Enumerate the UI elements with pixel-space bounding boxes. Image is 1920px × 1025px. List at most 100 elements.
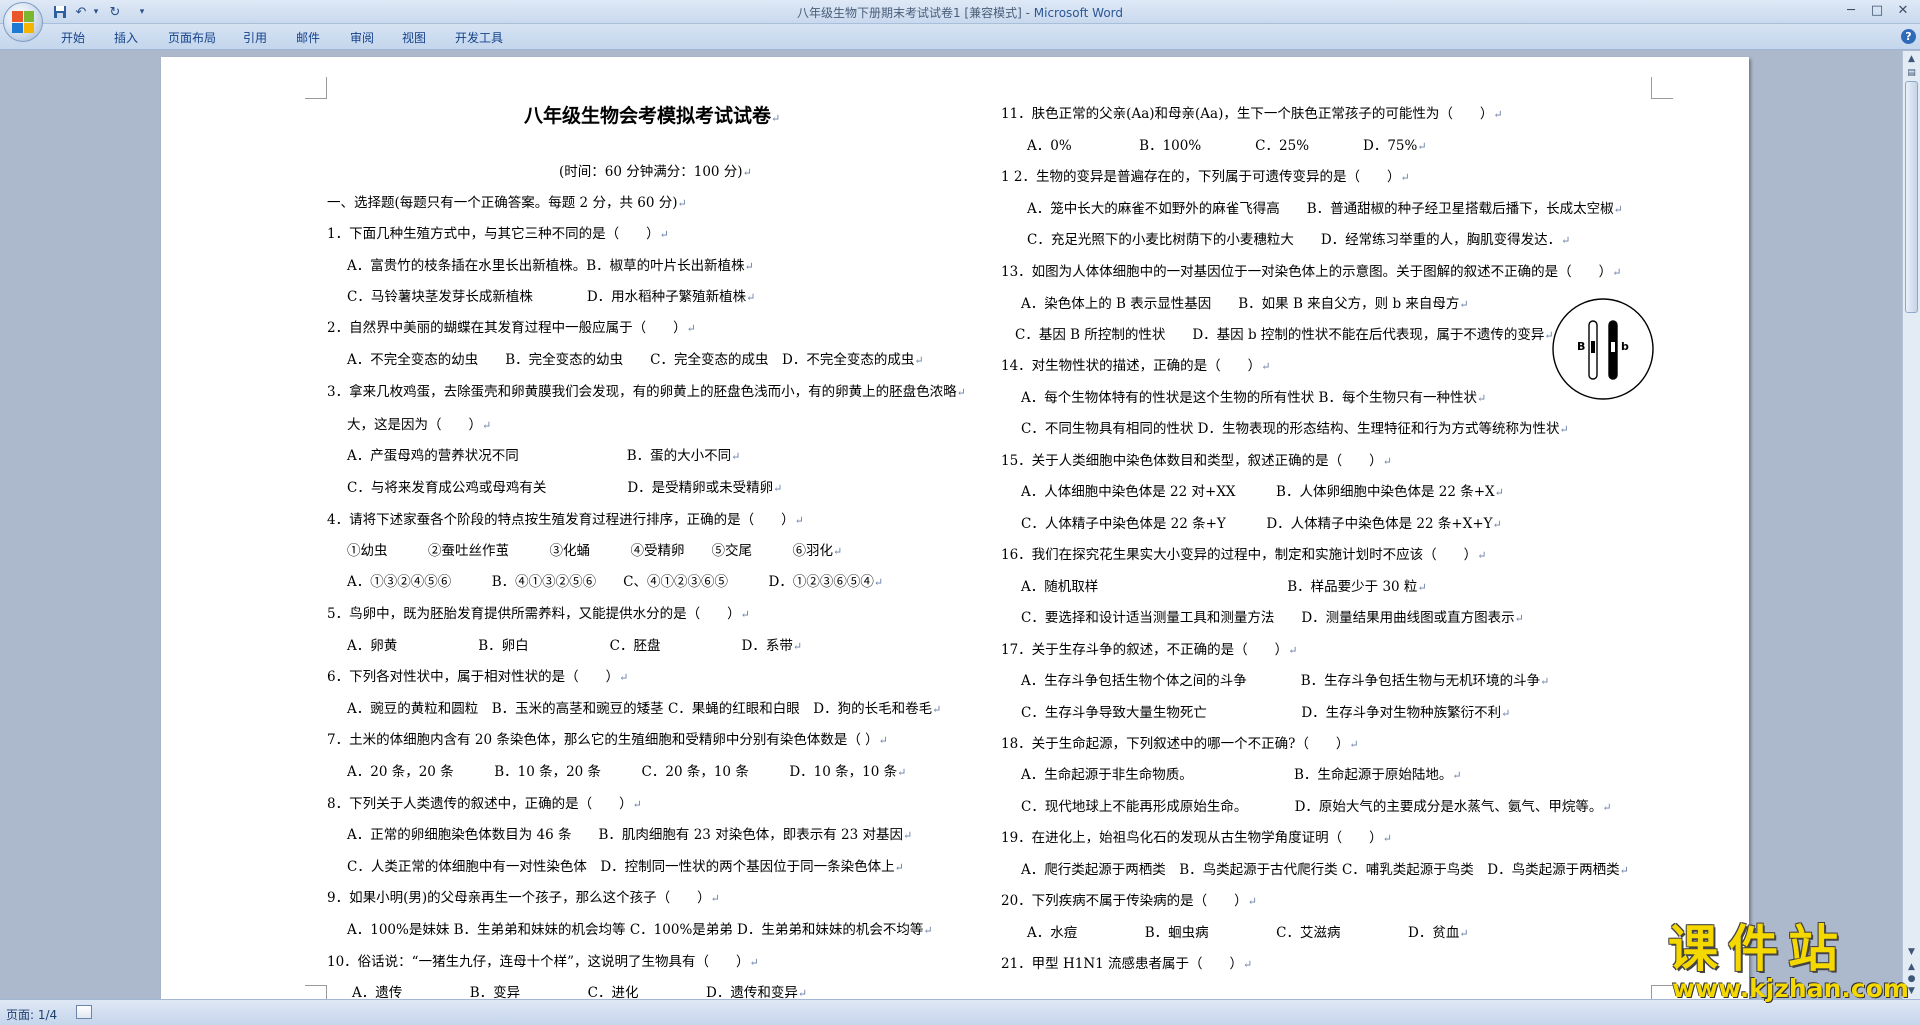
paragraph-mark: ↵ (1612, 266, 1622, 279)
scroll-up-icon[interactable]: ▲ (1905, 53, 1918, 65)
document-line[interactable]: 一、选择题(每题只有一个正确答案。每题 2 分，共 60 分)↵ (327, 191, 687, 211)
document-line[interactable]: A．人体细胞中染色体是 22 对+XX B．人体卵细胞中染色体是 22 条+X↵ (1021, 480, 1504, 500)
vertical-scrollbar[interactable]: ▲ ▤ ▼ ▲ ● ▼ (1902, 51, 1920, 999)
document-line[interactable]: A．①③②④⑤⑥ B．④①③②⑤⑥ C、④①②③⑥⑤ D．①②③⑥⑤④↵ (347, 570, 883, 590)
document-line[interactable]: A．100%是妹妹 B．生弟弟和妹妹的机会均等 C．100%是弟弟 D．生弟弟和… (347, 918, 933, 938)
document-line[interactable]: 4．请将下述家蚕各个阶段的特点按生殖发育过程进行排序，正确的是（ ）↵ (327, 508, 804, 528)
redo-icon[interactable]: ↻ (106, 3, 124, 21)
document-title[interactable]: 八年级生物会考模拟考试试卷↵ (524, 101, 780, 128)
document-line[interactable]: C．人类正常的体细胞中有一对性染色体 D．控制同一性状的两个基因位于同一条染色体… (347, 855, 904, 875)
paragraph-mark: ↵ (677, 197, 687, 210)
document-line[interactable]: A．遗传 B．变异 C．进化 D．遗传和变异↵ (352, 981, 807, 999)
paragraph-mark: ↵ (1559, 423, 1569, 436)
document-line[interactable]: A．豌豆的黄粒和圆粒 B．玉米的高茎和豌豆的矮茎 C．果蝇的红眼和白眼 D．狗的… (347, 697, 941, 717)
document-line-text: C．马铃薯块茎发芽长成新植株 D．用水稻种子繁殖新植株 (347, 289, 747, 305)
minimize-button[interactable]: ─ (1838, 2, 1864, 20)
document-line[interactable]: 8．下列关于人类遗传的叙述中，正确的是（ ）↵ (327, 792, 642, 812)
previous-page-icon[interactable]: ▲ (1905, 961, 1918, 973)
document-line[interactable]: 1．下面几种生殖方式中，与其它三种不同的是（ ）↵ (327, 222, 669, 242)
document-line[interactable]: 20．下列疾病不属于传染病的是（ ）↵ (1001, 889, 1257, 909)
document-line[interactable]: C．充足光照下的小麦比树荫下的小麦穗粒大 D．经常练习举重的人，胸肌变得发达．↵ (1027, 228, 1570, 248)
document-line[interactable]: A．富贵竹的枝条插在水里长出新植株。B．椒草的叶片长出新植株↵ (347, 254, 754, 274)
document-line-text: 大，这是因为（ ） (347, 417, 482, 433)
document-line[interactable]: C．现代地球上不能再形成原始生命。 D．原始大气的主要成分是水蒸气、氨气、甲烷等… (1021, 795, 1612, 815)
close-button[interactable]: ✕ (1890, 2, 1916, 20)
help-icon[interactable]: ? (1901, 29, 1916, 44)
document-line[interactable]: A．随机取样 B．样品要少于 30 粒↵ (1021, 575, 1427, 595)
document-line[interactable]: ①幼虫 ②蚕吐丝作茧 ③化蛹 ④受精卵 ⑤交尾 ⑥羽化↵ (347, 539, 842, 559)
document-line-text: 20．下列疾病不属于传染病的是（ ） (1001, 893, 1248, 909)
document-line[interactable]: A．产蛋母鸡的营养状况不同 B．蛋的大小不同↵ (347, 444, 740, 464)
document-line[interactable]: 10．俗话说：“一猪生九仔，连母十个样”，这说明了生物具有（ ）↵ (327, 950, 759, 970)
save-icon[interactable] (52, 3, 68, 21)
document-line[interactable]: C．马铃薯块茎发芽长成新植株 D．用水稻种子繁殖新植株↵ (347, 285, 755, 305)
document-line[interactable]: 17．关于生存斗争的叙述，不正确的是（ ）↵ (1001, 638, 1297, 658)
tab-references[interactable]: 引用 (243, 29, 267, 46)
document-line-text: A．每个生物体特有的性状是这个生物的所有性状 B．每个生物只有一种性状 (1021, 390, 1477, 406)
document-line[interactable]: 5．鸟卵中，既为胚胎发育提供所需养料，又能提供水分的是（ ）↵ (327, 602, 750, 622)
paragraph-mark: ↵ (731, 450, 741, 463)
paragraph-mark: ↵ (1382, 832, 1392, 845)
document-line[interactable]: A．笼中长大的麻雀不如野外的麻雀飞得高 B．普通甜椒的种子经卫星搭载后播下，长成… (1027, 197, 1623, 217)
document-page[interactable]: 八年级生物会考模拟考试试卷↵ (时间：60 分钟满分：100 分)↵ 一、选择题(… (161, 57, 1749, 999)
document-line[interactable]: 大，这是因为（ ）↵ (347, 413, 491, 433)
document-line[interactable]: 3．拿来几枚鸡蛋，去除蛋壳和卵黄膜我们会发现，有的卵黄上的胚盘色浅而小，有的卵黄… (327, 380, 966, 400)
document-line[interactable]: A．生存斗争包括生物个体之间的斗争 B．生存斗争包括生物与无机环境的斗争↵ (1021, 669, 1549, 689)
tab-page-layout[interactable]: 页面布局 (168, 29, 216, 46)
document-line-text: 16．我们在探究花生果实大小变异的过程中，制定和实施计划时不应该（ ） (1001, 547, 1478, 563)
tab-review[interactable]: 审阅 (350, 29, 374, 46)
paragraph-mark: ↵ (686, 322, 696, 335)
maximize-button[interactable]: □ (1864, 2, 1890, 20)
page-number-status[interactable]: 页面: 1/4 (6, 1006, 57, 1023)
tab-insert[interactable]: 插入 (114, 29, 138, 46)
tab-home[interactable]: 开始 (61, 29, 85, 46)
document-line[interactable]: A．卵黄 B．卵白 C．胚盘 D．系带↵ (347, 634, 802, 654)
document-line[interactable]: C．与将来发育成公鸡或母鸡有关 D．是受精卵或未受精卵↵ (347, 476, 782, 496)
document-line[interactable]: 15．关于人类细胞中染色体数目和类型，叙述正确的是（ ）↵ (1001, 449, 1392, 469)
document-line[interactable]: 13．如图为人体体细胞中的一对基因位于一对染色体上的示意图。关于图解的叙述不正确… (1001, 260, 1621, 280)
document-line[interactable]: 9．如果小明(男)的父母亲再生一个孩子，那么这个孩子（ ）↵ (327, 886, 720, 906)
proofing-status-icon[interactable] (76, 1005, 92, 1019)
tab-mailings[interactable]: 邮件 (296, 29, 320, 46)
document-line[interactable]: C．基因 B 所控制的性状 D．基因 b 控制的性状不能在后代表现，属于不遗传的… (1015, 323, 1554, 343)
document-line[interactable]: C．生存斗争导致大量生物死亡 D．生存斗争对生物种族繁衍不利↵ (1021, 701, 1510, 721)
title-bar: 八年级生物下册期末考试试卷1 [兼容模式] - Microsoft Word ↶… (0, 0, 1920, 24)
document-line[interactable]: 19．在进化上，始祖鸟化石的发现从古生物学角度证明（ ）↵ (1001, 826, 1392, 846)
document-line[interactable]: C．要选择和设计适当测量工具和测量方法 D．测量结果用曲线图或直方图表示↵ (1021, 606, 1524, 626)
document-line[interactable]: C．不同生物具有相同的性状 D．生物表现的形态结构、生理特征和行为方式等统称为性… (1021, 417, 1569, 437)
document-line[interactable]: 11．肤色正常的父亲(Aa)和母亲(Aa)，生下一个肤色正常孩子的可能性为（ ）… (1001, 102, 1503, 122)
ruler-toggle-icon[interactable]: ▤ (1905, 67, 1918, 79)
document-line-text: C．生存斗争导致大量生物死亡 D．生存斗争对生物种族繁衍不利 (1021, 705, 1502, 721)
document-line[interactable]: C．人体精子中染色体是 22 条+Y D．人体精子中染色体是 22 条+X+Y↵ (1021, 512, 1502, 532)
document-line[interactable]: A．生命起源于非生命物质。 B．生命起源于原始陆地。↵ (1021, 763, 1462, 783)
tab-developer[interactable]: 开发工具 (455, 29, 503, 46)
undo-dropdown-icon[interactable]: ▾ (91, 3, 101, 21)
customize-qat-icon[interactable]: ▾ (136, 3, 148, 21)
scroll-down-icon[interactable]: ▼ (1905, 946, 1918, 958)
document-line[interactable]: A．20 条，20 条 B．10 条，20 条 C．20 条，10 条 D．10… (347, 760, 906, 780)
document-line[interactable]: 14．对生物性状的描述，正确的是（ ）↵ (1001, 354, 1270, 374)
document-line[interactable]: (时间：60 分钟满分：100 分)↵ (559, 160, 752, 180)
document-line[interactable]: 7．土米的体细胞内含有 20 条染色体，那么它的生殖细胞和受精卵中分别有染色体数… (327, 728, 888, 748)
document-line[interactable]: A．染色体上的 B 表示显性基因 B．如果 B 来自父方，则 b 来自母方↵ (1021, 292, 1469, 312)
paragraph-mark: ↵ (1247, 895, 1257, 908)
paragraph-mark: ↵ (1477, 549, 1487, 562)
document-line[interactable]: A．不完全变态的幼虫 B．完全变态的幼虫 C．完全变态的成虫 D．不完全变态的成… (347, 348, 924, 368)
document-line[interactable]: A．正常的卵细胞染色体数目为 46 条 B．肌肉细胞有 23 对染色体，即表示有… (347, 823, 912, 843)
tab-view[interactable]: 视图 (402, 29, 426, 46)
document-line[interactable]: 2．自然界中美丽的蝴蝶在其发育过程中一般应属于（ ）↵ (327, 316, 696, 336)
document-line[interactable]: 1 2．生物的变异是普遍存在的，下列属于可遗传变异的是（ ）↵ (1001, 165, 1410, 185)
paragraph-mark: ↵ (744, 260, 754, 273)
document-line[interactable]: A．每个生物体特有的性状是这个生物的所有性状 B．每个生物只有一种性状↵ (1021, 386, 1486, 406)
undo-icon[interactable]: ↶ (72, 3, 90, 21)
document-line[interactable]: 21．甲型 H1N1 流感患者属于（ ）↵ (1001, 952, 1252, 972)
document-line[interactable]: A．0% B．100% C．25% D．75%↵ (1027, 134, 1427, 154)
document-line[interactable]: 6．下列各对性状中，属于相对性状的是（ ）↵ (327, 665, 628, 685)
scroll-thumb[interactable] (1905, 81, 1918, 313)
document-line-text: C．充足光照下的小麦比树荫下的小麦穗粒大 D．经常练习举重的人，胸肌变得发达． (1027, 232, 1562, 248)
document-line[interactable]: 18．关于生命起源，下列叙述中的哪一个不正确?（ ）↵ (1001, 732, 1359, 752)
document-line[interactable]: A．爬行类起源于两栖类 B．鸟类起源于古代爬行类 C．哺乳类起源于鸟类 D．鸟类… (1021, 858, 1629, 878)
document-line[interactable]: 16．我们在探究花生果实大小变异的过程中，制定和实施计划时不应该（ ）↵ (1001, 543, 1486, 563)
office-button[interactable] (3, 2, 43, 42)
document-line[interactable]: A．水痘 B．蛔虫病 C．艾滋病 D．贫血↵ (1027, 921, 1469, 941)
